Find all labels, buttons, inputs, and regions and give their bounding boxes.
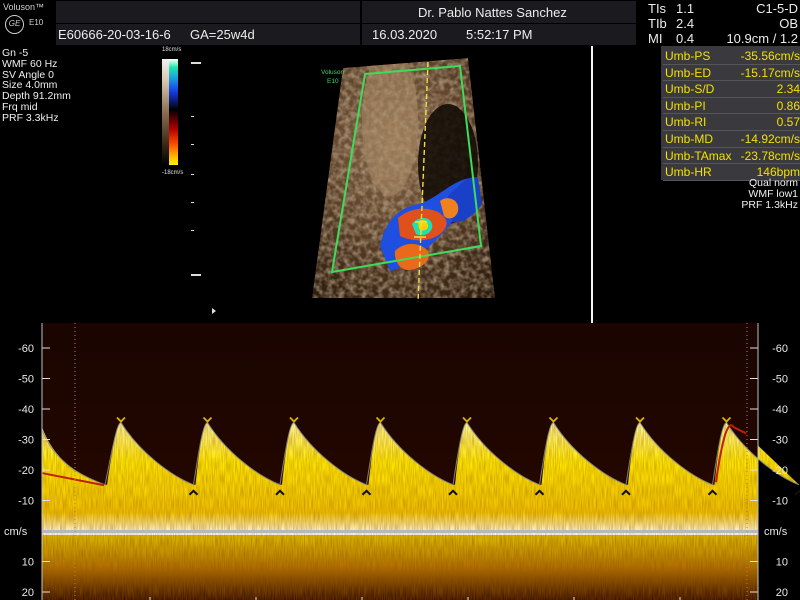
- thermal-index-soft-label: TIs: [648, 1, 667, 16]
- measurement-value: 0.86: [776, 98, 800, 113]
- spectral-baseline: [42, 530, 758, 533]
- measurement-name: Umb-ED: [665, 65, 712, 80]
- image-tag-line2: E10: [327, 78, 339, 85]
- measurement-value: 0.57: [776, 115, 800, 130]
- velocity-tick-label-right: -50: [772, 374, 788, 386]
- ge-voluson-logo: Voluson™ GE E10: [2, 2, 54, 44]
- measurement-row: Umb-S/D 2.34: [661, 81, 800, 98]
- depth-markers: [191, 62, 216, 314]
- velocity-tick-label-right: -10: [772, 496, 788, 508]
- velocity-tick-label-left: 20: [22, 587, 34, 599]
- velocity-tick-label-left: -50: [18, 374, 34, 386]
- measurement-name: Umb-HR: [665, 165, 712, 180]
- velocity-tick-label-right: -20: [772, 465, 788, 477]
- exam-date: 16.03.2020: [372, 27, 438, 42]
- spectral-noise: [42, 535, 758, 600]
- ge-logo-icon: GE: [5, 15, 24, 34]
- gestational-age: GA=25w4d: [190, 27, 255, 42]
- measurement-name: Umb-RI: [665, 115, 707, 130]
- measurement-results-panel: Umb-PS -35.56cm/s Umb-ED -15.17cm/s Umb-S/D 2…: [661, 46, 800, 181]
- exam-time: 5:52:17 PM: [466, 27, 533, 42]
- velocity-tick-label-left: -40: [18, 404, 34, 416]
- model-label: E10: [29, 18, 44, 27]
- application-label: OB: [779, 16, 798, 31]
- velocity-tick-label-left: -20: [18, 465, 34, 477]
- brand-label: Voluson™: [3, 2, 45, 12]
- velocity-tick-label-left: -30: [18, 435, 34, 447]
- measurement-row: Umb-PS -35.56cm/s: [661, 48, 800, 65]
- measurement-value: -35.56cm/s: [740, 49, 800, 63]
- spectral-doppler-trace: -60 -60 -50 -50 -40 -40 -30 -30 -20 -20 -10 -10 10 10…: [4, 323, 800, 600]
- measurement-row: Umb-RI 0.57: [661, 114, 800, 131]
- measurement-name: Umb-MD: [665, 132, 713, 146]
- spectral-prf-param: PRF 1.3kHz: [741, 199, 798, 211]
- measurement-row: Umb-TAmax -23.78cm/s: [661, 148, 800, 165]
- velocity-tick-label-right: 10: [776, 557, 788, 569]
- velocity-tick-label-left: 10: [22, 557, 34, 569]
- probe-name: C1-5-D: [756, 1, 798, 16]
- measurement-name: Umb-S/D: [665, 82, 715, 97]
- mechanical-index-label: MI: [648, 31, 663, 46]
- velocity-tick-label-left: -10: [18, 496, 34, 508]
- measurement-name: Umb-PS: [665, 49, 711, 63]
- patient-id: E60666-20-03-16-6: [58, 27, 171, 42]
- velocity-tick-label-right: -60: [772, 343, 788, 355]
- measurement-row: Umb-ED -15.17cm/s: [661, 65, 800, 82]
- header-bar: Voluson™ GE E10 Dr. Pablo Nattes Sanchez…: [0, 0, 800, 46]
- measurement-value: 2.34: [776, 82, 800, 97]
- measurement-row: Umb-MD -14.92cm/s: [661, 131, 800, 148]
- thermal-index-bone-value: 2.4: [676, 16, 695, 31]
- velocity-tick-label-right: 20: [776, 587, 788, 599]
- measurement-name: Umb-PI: [665, 98, 706, 113]
- velocity-tick-label-right: -30: [772, 435, 788, 447]
- end-diastolic-marker: [794, 489, 800, 496]
- thermal-index-soft-value: 1.1: [676, 1, 695, 16]
- velocity-tick-label-right: -40: [772, 404, 788, 416]
- header-divider: [360, 1, 362, 45]
- measurement-value: -14.92cm/s: [740, 132, 800, 146]
- image-tag-line1: Voluson: [321, 69, 345, 76]
- depth-scale-readout: 10.9cm / 1.2: [726, 31, 798, 46]
- operator-name: Dr. Pablo Nattes Sanchez: [418, 5, 567, 20]
- velocity-unit-left: cm/s: [4, 526, 28, 538]
- measurement-name: Umb-TAmax: [665, 148, 732, 163]
- velocity-tick-label-left: -60: [18, 343, 34, 355]
- measurement-value: -23.78cm/s: [740, 148, 800, 163]
- measurement-value: -15.17cm/s: [740, 65, 800, 80]
- measurement-row: Umb-PI 0.86: [661, 98, 800, 115]
- thermal-index-bone-label: TIb: [648, 16, 667, 31]
- mechanical-index-value: 0.4: [676, 31, 695, 46]
- spectral-parameters: Qual norm WMF low1 PRF 1.3kHz: [741, 178, 798, 211]
- velocity-unit-right: cm/s: [764, 526, 788, 538]
